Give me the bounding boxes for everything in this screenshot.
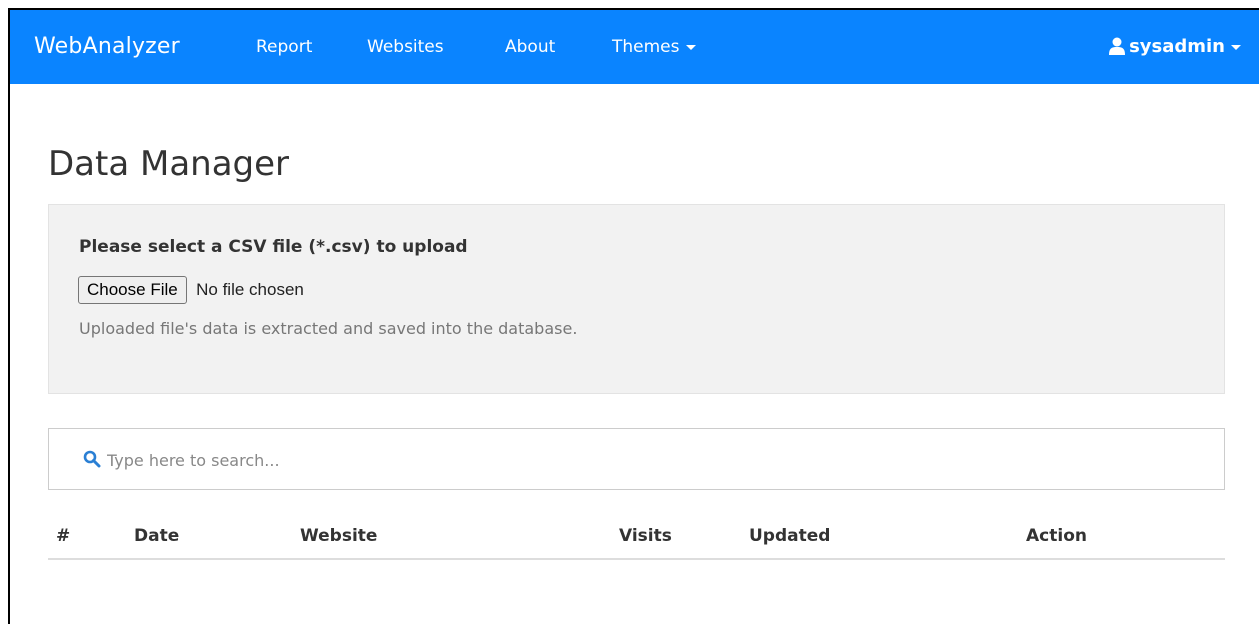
file-input: Choose File No file chosen <box>78 276 304 304</box>
column-header-date: Date <box>134 512 300 560</box>
nav-themes-dropdown[interactable]: Themes <box>612 10 696 84</box>
column-header-website: Website <box>300 512 619 560</box>
user-icon <box>1109 37 1126 55</box>
file-status: No file chosen <box>196 280 304 299</box>
brand-link[interactable]: WebAnalyzer <box>34 10 180 84</box>
upload-label: Please select a CSV file (*.csv) to uplo… <box>79 237 468 257</box>
table-header-row: # Date Website Visits Updated Action <box>48 512 1225 560</box>
page-title: Data Manager <box>48 144 290 184</box>
column-header-index: # <box>48 512 134 560</box>
username: sysadmin <box>1129 36 1225 57</box>
nav-report[interactable]: Report <box>256 10 312 84</box>
top-navbar: WebAnalyzer Report Websites About Themes… <box>10 10 1259 84</box>
nav-websites[interactable]: Websites <box>367 10 444 84</box>
search-input[interactable] <box>105 443 1189 477</box>
upload-panel: Please select a CSV file (*.csv) to uplo… <box>48 204 1225 394</box>
choose-file-button[interactable]: Choose File <box>78 276 187 304</box>
nav-about[interactable]: About <box>505 10 555 84</box>
data-table: # Date Website Visits Updated Action <box>48 512 1225 560</box>
column-header-updated: Updated <box>749 512 1026 560</box>
nav-themes-label: Themes <box>612 37 680 57</box>
search-icon <box>83 450 101 468</box>
user-menu-dropdown[interactable]: sysadmin <box>1109 10 1241 84</box>
column-header-visits: Visits <box>619 512 749 560</box>
upload-help-text: Uploaded file's data is extracted and sa… <box>79 319 578 338</box>
chevron-down-icon <box>1231 44 1241 50</box>
chevron-down-icon <box>685 44 696 50</box>
search-box <box>48 428 1225 490</box>
column-header-action: Action <box>1026 512 1225 560</box>
browser-frame: WebAnalyzer Report Websites About Themes… <box>8 8 1259 624</box>
